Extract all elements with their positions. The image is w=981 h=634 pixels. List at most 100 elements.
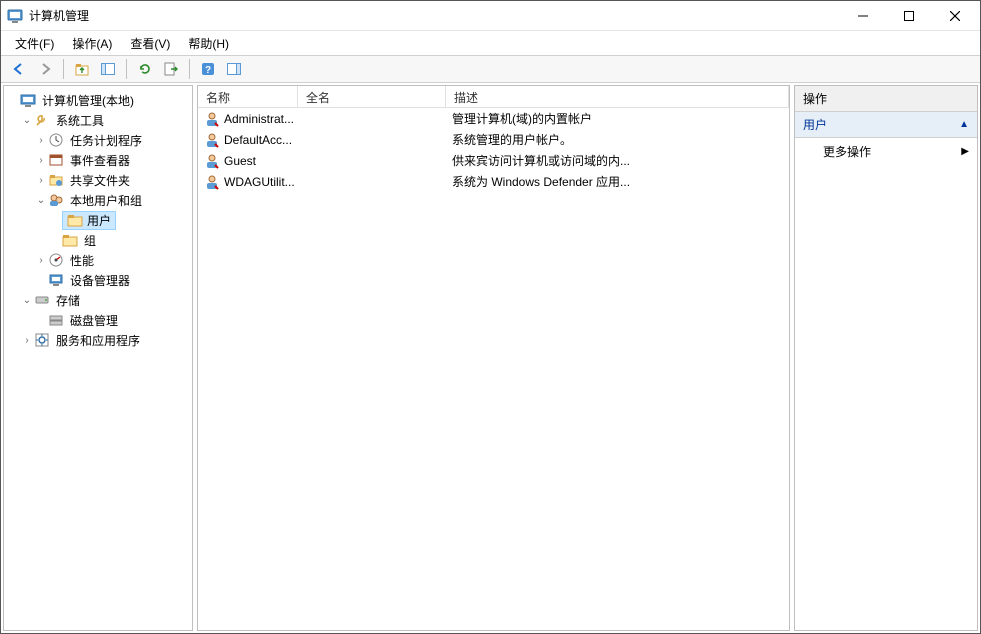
tree-label: 共享文件夹 bbox=[70, 172, 130, 189]
forward-button[interactable] bbox=[33, 58, 57, 80]
expander-icon[interactable]: › bbox=[34, 255, 48, 266]
user-description: 管理计算机(域)的内置帐户 bbox=[446, 108, 789, 129]
tree-label: 磁盘管理 bbox=[70, 312, 118, 329]
column-name[interactable]: 名称 bbox=[198, 86, 298, 107]
folder-icon bbox=[62, 232, 78, 248]
app-icon bbox=[7, 8, 23, 24]
tree-device-manager[interactable]: 设备管理器 bbox=[6, 270, 190, 290]
actions-section-label: 用户 bbox=[803, 116, 827, 133]
collapse-icon: ▲ bbox=[959, 119, 969, 130]
actions-pane: 操作 用户 ▲ 更多操作 ▶ bbox=[794, 85, 978, 631]
user-fullname bbox=[298, 159, 446, 163]
menubar: 文件(F) 操作(A) 查看(V) 帮助(H) bbox=[1, 31, 980, 55]
up-button[interactable] bbox=[70, 58, 94, 80]
menu-help[interactable]: 帮助(H) bbox=[180, 33, 237, 54]
column-fullname[interactable]: 全名 bbox=[298, 86, 446, 107]
main-area: 计算机管理(本地) ⌄ 系统工具 › 任务计划程序 › bbox=[1, 83, 980, 633]
back-button[interactable] bbox=[7, 58, 31, 80]
expander-icon[interactable]: › bbox=[20, 335, 34, 346]
export-button[interactable] bbox=[159, 58, 183, 80]
menu-file[interactable]: 文件(F) bbox=[7, 33, 62, 54]
toolbar-separator bbox=[126, 59, 127, 79]
list-item[interactable]: Administrat... 管理计算机(域)的内置帐户 bbox=[198, 108, 789, 129]
column-description[interactable]: 描述 bbox=[446, 86, 789, 107]
expander-icon[interactable]: › bbox=[34, 175, 48, 186]
window-title: 计算机管理 bbox=[29, 7, 89, 24]
tree-label: 事件查看器 bbox=[70, 152, 130, 169]
minimize-button[interactable] bbox=[840, 1, 886, 31]
list-pane: 名称 全名 描述 Administrat... 管理计算机(域)的内置帐户 De… bbox=[197, 85, 790, 631]
list-item[interactable]: WDAGUtilit... 系统为 Windows Defender 应用... bbox=[198, 171, 789, 192]
performance-icon bbox=[48, 252, 64, 268]
tree-label: 服务和应用程序 bbox=[56, 332, 140, 349]
expander-icon[interactable]: › bbox=[34, 135, 48, 146]
toolbar-separator bbox=[189, 59, 190, 79]
computer-icon bbox=[20, 92, 36, 108]
menu-view[interactable]: 查看(V) bbox=[122, 33, 178, 54]
menu-action[interactable]: 操作(A) bbox=[64, 33, 120, 54]
tree-users[interactable]: 用户 bbox=[6, 210, 190, 230]
disk-icon bbox=[48, 312, 64, 328]
tree-label: 本地用户和组 bbox=[70, 192, 142, 209]
expander-icon[interactable]: ⌄ bbox=[20, 295, 34, 306]
tree-label: 系统工具 bbox=[56, 112, 104, 129]
tree-event-viewer[interactable]: › 事件查看器 bbox=[6, 150, 190, 170]
user-icon bbox=[204, 174, 220, 190]
tree-local-users-groups[interactable]: ⌄ 本地用户和组 bbox=[6, 190, 190, 210]
tree-label: 存储 bbox=[56, 292, 80, 309]
user-fullname bbox=[298, 117, 446, 121]
user-fullname bbox=[298, 138, 446, 142]
event-icon bbox=[48, 152, 64, 168]
actions-header: 操作 bbox=[795, 86, 977, 112]
tools-icon bbox=[34, 112, 50, 128]
tree-label: 设备管理器 bbox=[70, 272, 130, 289]
list-body: Administrat... 管理计算机(域)的内置帐户 DefaultAcc.… bbox=[198, 108, 789, 192]
maximize-button[interactable] bbox=[886, 1, 932, 31]
tree-disk-management[interactable]: 磁盘管理 bbox=[6, 310, 190, 330]
expander-icon[interactable]: ⌄ bbox=[34, 195, 48, 206]
user-icon bbox=[204, 111, 220, 127]
tree-label: 组 bbox=[84, 232, 96, 249]
show-hide-tree-button[interactable] bbox=[96, 58, 120, 80]
user-name: Administrat... bbox=[224, 112, 294, 126]
user-name: Guest bbox=[224, 154, 256, 168]
chevron-right-icon: ▶ bbox=[961, 146, 969, 157]
help-button[interactable]: ? bbox=[196, 58, 220, 80]
user-icon bbox=[204, 132, 220, 148]
close-button[interactable] bbox=[932, 1, 978, 31]
tree-services-apps[interactable]: › 服务和应用程序 bbox=[6, 330, 190, 350]
clock-icon bbox=[48, 132, 64, 148]
tree-root[interactable]: 计算机管理(本地) bbox=[6, 90, 190, 110]
actions-more[interactable]: 更多操作 ▶ bbox=[795, 138, 977, 165]
refresh-button[interactable] bbox=[133, 58, 157, 80]
tree-groups[interactable]: 组 bbox=[6, 230, 190, 250]
tree-label: 任务计划程序 bbox=[70, 132, 142, 149]
expander-icon[interactable]: ⌄ bbox=[20, 115, 34, 126]
nav-tree: 计算机管理(本地) ⌄ 系统工具 › 任务计划程序 › bbox=[4, 86, 192, 354]
tree-shared-folders[interactable]: › 共享文件夹 bbox=[6, 170, 190, 190]
list-item[interactable]: DefaultAcc... 系统管理的用户帐户。 bbox=[198, 129, 789, 150]
list-item[interactable]: Guest 供来宾访问计算机或访问域的内... bbox=[198, 150, 789, 171]
actions-section-users[interactable]: 用户 ▲ bbox=[795, 112, 977, 138]
storage-icon bbox=[34, 292, 50, 308]
services-icon bbox=[34, 332, 50, 348]
user-name: WDAGUtilit... bbox=[224, 175, 295, 189]
tree-task-scheduler[interactable]: › 任务计划程序 bbox=[6, 130, 190, 150]
shared-folder-icon bbox=[48, 172, 64, 188]
users-groups-icon bbox=[48, 192, 64, 208]
user-description: 系统为 Windows Defender 应用... bbox=[446, 171, 789, 192]
tree-label: 计算机管理(本地) bbox=[42, 92, 134, 109]
user-fullname bbox=[298, 180, 446, 184]
tree-performance[interactable]: › 性能 bbox=[6, 250, 190, 270]
tree-label: 用户 bbox=[87, 212, 111, 229]
user-description: 系统管理的用户帐户。 bbox=[446, 129, 789, 150]
expander-icon[interactable]: › bbox=[34, 155, 48, 166]
tree-storage[interactable]: ⌄ 存储 bbox=[6, 290, 190, 310]
tree-pane: 计算机管理(本地) ⌄ 系统工具 › 任务计划程序 › bbox=[3, 85, 193, 631]
list-header: 名称 全名 描述 bbox=[198, 86, 789, 108]
user-name: DefaultAcc... bbox=[224, 133, 292, 147]
tree-system-tools[interactable]: ⌄ 系统工具 bbox=[6, 110, 190, 130]
show-hide-action-pane-button[interactable] bbox=[222, 58, 246, 80]
device-icon bbox=[48, 272, 64, 288]
tree-label: 性能 bbox=[70, 252, 94, 269]
